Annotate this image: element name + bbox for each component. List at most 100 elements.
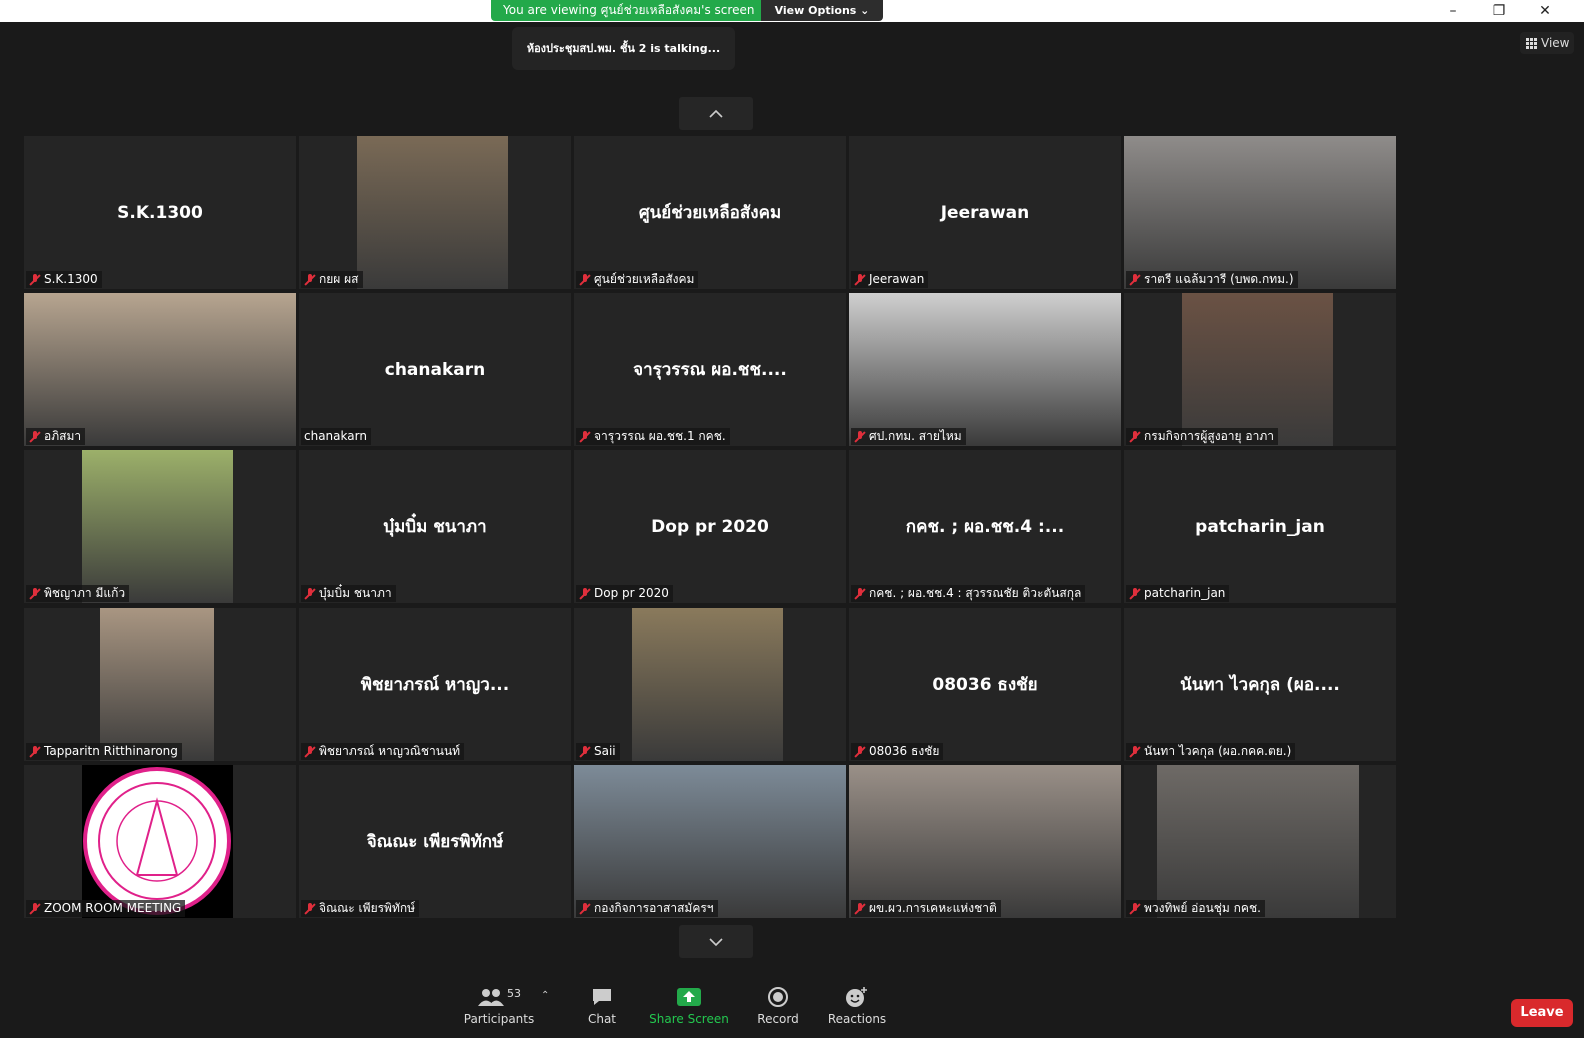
participant-label-text: จิณณะ เพียรพิทักษ์ xyxy=(319,901,416,915)
participant-tile[interactable]: ผข.ผว.การเคหะแห่งชาติ xyxy=(849,765,1121,918)
view-label: View xyxy=(1541,36,1570,50)
participants-button[interactable]: 53 Participants xyxy=(459,985,539,1027)
participant-tile[interactable]: จารุวรรณ ผอ.ชช.... จารุวรรณ ผอ.ชช.1 กคช. xyxy=(574,293,846,446)
participant-label: Saii xyxy=(576,743,620,760)
participant-tile[interactable]: ศูนย์ช่วยเหลือสังคม ศูนย์ช่วยเหลือสังคม xyxy=(574,136,846,289)
participant-label-text: กคช. ; ผอ.ชช.4 : สุวรรณชัย ติวะตันสกุล xyxy=(869,586,1082,600)
participant-label-text: กองกิจการอาสาสมัครฯ xyxy=(594,901,714,915)
participant-tile[interactable]: จิณณะ เพียรพิทักษ์ จิณณะ เพียรพิทักษ์ xyxy=(299,765,571,918)
muted-mic-icon xyxy=(1129,430,1141,443)
reactions-button[interactable]: Reactions xyxy=(817,985,897,1026)
participant-label-text: พิชยาภรณ์ หาญวณิชานนท์ xyxy=(319,744,461,758)
participant-name-display: จารุวรรณ ผอ.ชช.... xyxy=(633,360,787,380)
share-screen-button[interactable]: Share Screen xyxy=(649,985,729,1026)
participant-label: Jeerawan xyxy=(851,271,929,288)
restore-icon[interactable]: ❐ xyxy=(1476,0,1522,22)
page-up-button[interactable] xyxy=(679,97,753,130)
close-icon[interactable]: ✕ xyxy=(1522,0,1568,22)
muted-mic-icon xyxy=(579,273,591,286)
participant-tile[interactable]: พิชญาภา มีแก้ว xyxy=(24,450,296,603)
participant-label-text: จารุวรรณ ผอ.ชช.1 กคช. xyxy=(594,429,726,443)
leave-button[interactable]: Leave xyxy=(1511,999,1573,1027)
participant-tile[interactable]: พวงทิพย์ อ่อนชุ่ม กคช. xyxy=(1124,765,1396,918)
participant-tile[interactable]: บุ๋มบิ๋ม ชนาภา บุ๋มบิ๋ม ชนาภา xyxy=(299,450,571,603)
participant-name-display: 08036 ธงชัย xyxy=(932,675,1038,695)
muted-mic-icon xyxy=(1129,273,1141,286)
minimize-icon[interactable]: – xyxy=(1430,0,1476,22)
participant-tile[interactable]: กยผ ผส xyxy=(299,136,571,289)
participant-tile[interactable]: นันทา ไวคกุล (ผอ.... นันทา ไวคกุล (ผอ.กคค… xyxy=(1124,608,1396,761)
participant-video xyxy=(632,608,783,761)
participant-name-display: Jeerawan xyxy=(940,202,1030,223)
participant-video xyxy=(1182,293,1333,446)
participant-label: ศูนย์ช่วยเหลือสังคม xyxy=(576,271,699,288)
participant-video xyxy=(1157,765,1359,918)
participant-tile[interactable]: 08036 ธงชัย 08036 ธงชัย xyxy=(849,608,1121,761)
participant-tile[interactable]: Jeerawan Jeerawan xyxy=(849,136,1121,289)
participant-label-text: ศป.กทม. สายไหม xyxy=(869,429,962,443)
participant-tile[interactable]: พิชยาภรณ์ หาญว... พิชยาภรณ์ หาญวณิชานนท์ xyxy=(299,608,571,761)
participant-tile[interactable]: chanakarn chanakarn xyxy=(299,293,571,446)
chat-button[interactable]: Chat xyxy=(562,985,642,1026)
participant-tile[interactable]: อภิสมา xyxy=(24,293,296,446)
participant-tile[interactable]: กองกิจการอาสาสมัครฯ xyxy=(574,765,846,918)
participant-tile[interactable]: กรมกิจการผู้สูงอายุ อาภา xyxy=(1124,293,1396,446)
participant-label-text: ศูนย์ช่วยเหลือสังคม xyxy=(594,272,695,286)
view-options-button[interactable]: View Options ⌄ xyxy=(761,0,883,21)
participant-video xyxy=(24,293,296,446)
participant-tile[interactable]: Tapparitn Ritthinarong xyxy=(24,608,296,761)
participants-caret-icon[interactable]: ⌃ xyxy=(541,990,549,1001)
muted-mic-icon xyxy=(29,273,41,286)
participant-name-display: บุ๋มบิ๋ม ชนาภา xyxy=(383,517,487,537)
participant-tile[interactable]: ZOOM ROOM MEETING xyxy=(24,765,296,918)
muted-mic-icon xyxy=(29,430,41,443)
participant-label-text: Saii xyxy=(594,744,616,758)
reactions-label: Reactions xyxy=(827,1012,887,1026)
view-options-label: View Options xyxy=(774,4,857,17)
muted-mic-icon xyxy=(1129,587,1141,600)
participant-label: กองกิจการอาสาสมัครฯ xyxy=(576,900,718,917)
participant-tile[interactable]: Dop pr 2020 Dop pr 2020 xyxy=(574,450,846,603)
participant-label-text: กรมกิจการผู้สูงอายุ อาภา xyxy=(1144,429,1274,443)
view-button[interactable]: View xyxy=(1520,32,1574,54)
participant-label-text: chanakarn xyxy=(304,429,367,443)
chat-label: Chat xyxy=(587,1012,617,1026)
participant-name-display: จิณณะ เพียรพิทักษ์ xyxy=(366,832,504,852)
participant-label: S.K.1300 xyxy=(26,271,102,288)
share-screen-label: Share Screen xyxy=(649,1012,729,1026)
participant-tile[interactable]: patcharin_jan patcharin_jan xyxy=(1124,450,1396,603)
participant-name-display: patcharin_jan xyxy=(1195,516,1325,537)
participant-tile[interactable]: ราตรี แฉล้มวารี (บพด.กทม.) xyxy=(1124,136,1396,289)
muted-mic-icon xyxy=(579,587,591,600)
muted-mic-icon xyxy=(854,745,866,758)
participant-label: กรมกิจการผู้สูงอายุ อาภา xyxy=(1126,428,1278,445)
participant-tile[interactable]: Saii xyxy=(574,608,846,761)
muted-mic-icon xyxy=(579,902,591,915)
record-button[interactable]: Record xyxy=(738,985,818,1026)
participant-tile[interactable]: S.K.1300 S.K.1300 xyxy=(24,136,296,289)
participant-tile[interactable]: กคช. ; ผอ.ชช.4 :... กคช. ; ผอ.ชช.4 : สุวร… xyxy=(849,450,1121,603)
participant-video xyxy=(849,765,1121,918)
muted-mic-icon xyxy=(579,745,591,758)
participant-tile[interactable]: ศป.กทม. สายไหม xyxy=(849,293,1121,446)
participant-label-text: Tapparitn Ritthinarong xyxy=(44,744,178,758)
muted-mic-icon xyxy=(1129,745,1141,758)
participant-label: 08036 ธงชัย xyxy=(851,743,944,760)
participant-name-display: พิชยาภรณ์ หาญว... xyxy=(360,675,510,695)
participant-label-text: ราตรี แฉล้มวารี (บพด.กทม.) xyxy=(1144,272,1294,286)
participant-label: พิชยาภรณ์ หาญวณิชานนท์ xyxy=(301,743,465,760)
participant-label-text: 08036 ธงชัย xyxy=(869,744,940,758)
participant-label: patcharin_jan xyxy=(1126,585,1230,602)
participant-label: chanakarn xyxy=(301,428,371,445)
participant-label: ZOOM ROOM MEETING xyxy=(26,900,186,917)
participant-label-text: นันทา ไวคกุล (ผอ.กคค.ตย.) xyxy=(1144,744,1292,758)
muted-mic-icon xyxy=(1129,902,1141,915)
grid-view-icon xyxy=(1526,37,1537,49)
muted-mic-icon xyxy=(304,587,316,600)
page-down-button[interactable] xyxy=(679,925,753,958)
participant-label: ผข.ผว.การเคหะแห่งชาติ xyxy=(851,900,1001,917)
muted-mic-icon xyxy=(854,430,866,443)
participant-video xyxy=(357,136,508,289)
participant-label: จิณณะ เพียรพิทักษ์ xyxy=(301,900,420,917)
chevron-down-icon: ⌄ xyxy=(860,4,870,17)
